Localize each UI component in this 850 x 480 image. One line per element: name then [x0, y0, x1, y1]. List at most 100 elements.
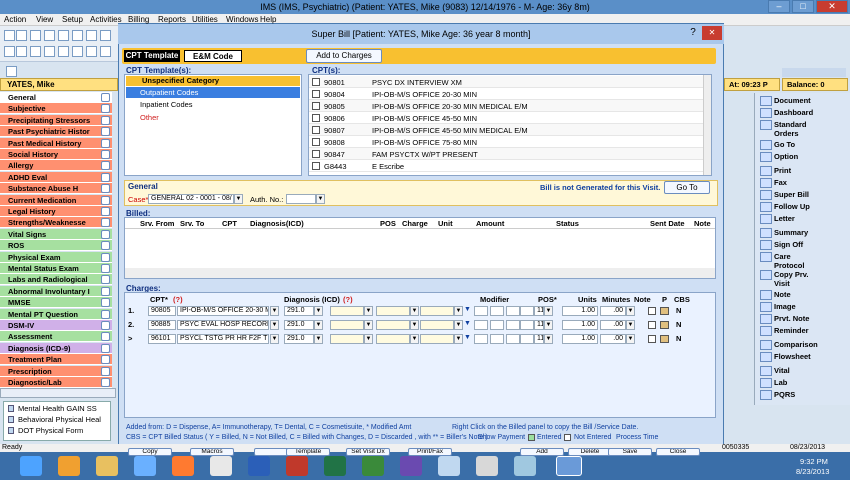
right-panel-button[interactable]: Vital [774, 366, 822, 375]
right-panel-button[interactable]: Letter [774, 214, 822, 223]
sidebar-item[interactable]: Treatment Plan [0, 354, 112, 366]
dreamweaver-icon[interactable] [362, 456, 384, 476]
sidebar-item-icon[interactable] [101, 264, 110, 273]
sidebar-item[interactable]: DSM-IV [0, 320, 112, 331]
charge-diag-dropdown[interactable]: ▼ [410, 320, 419, 330]
footer-button-0[interactable]: Copy [128, 448, 172, 456]
charge-desc[interactable]: PSYC EVAL HOSP RECORD [177, 320, 269, 330]
sidebar-item-icon[interactable] [101, 298, 110, 308]
auth-input[interactable] [286, 194, 316, 204]
right-panel-button[interactable]: Summary [774, 228, 822, 237]
charge-modifier[interactable] [490, 306, 504, 316]
charge-icd-dropdown[interactable]: ▼ [314, 320, 323, 330]
case-dropdown[interactable]: ▼ [234, 194, 243, 204]
right-panel-icon[interactable] [760, 240, 772, 250]
sidebar-item-icon[interactable] [101, 286, 110, 296]
sidebar-item-icon[interactable] [101, 252, 110, 262]
right-panel-button[interactable]: Print [774, 166, 822, 175]
right-panel-icon[interactable] [760, 326, 772, 336]
charge-modifier[interactable] [520, 306, 534, 316]
right-panel-button[interactable]: Image [774, 302, 822, 311]
app-icon-3[interactable] [438, 456, 460, 476]
exit-icon[interactable] [100, 46, 111, 57]
charge-diag-dropdown[interactable]: ▼ [454, 306, 463, 316]
right-panel-button[interactable]: PQRS [774, 390, 822, 399]
right-panel-button[interactable]: Sign Off [774, 240, 822, 249]
right-panel-button[interactable]: Care Protocol [774, 252, 822, 270]
right-panel-icon[interactable] [760, 340, 772, 350]
sidebar-item-icon[interactable] [101, 184, 110, 194]
ims-icon[interactable] [556, 456, 582, 476]
child-window-controls[interactable] [782, 68, 846, 77]
cpt-checkbox[interactable] [312, 102, 320, 110]
charge-icd[interactable]: 291.0 [284, 306, 314, 316]
right-panel-icon[interactable] [760, 290, 772, 300]
sidebar-item-icon[interactable] [101, 309, 110, 319]
footer-button-4[interactable]: Set Visit Dx [346, 448, 390, 456]
sidebar-item[interactable]: Current Medication [0, 194, 112, 206]
cpt-row[interactable] [309, 160, 703, 172]
menu-windows[interactable]: Windows [226, 15, 258, 25]
charge-more-icon[interactable]: ▼ [464, 320, 471, 327]
charge-modifier[interactable] [506, 334, 520, 344]
cpt-row[interactable] [309, 112, 703, 124]
sidebar-item[interactable]: Legal History [0, 206, 112, 217]
form-item[interactable]: DOT Physical Form [18, 426, 83, 435]
sidebar-item[interactable]: Prescription [0, 365, 112, 377]
add-to-charges-button[interactable]: Add to Charges [306, 49, 382, 63]
tab-em-code[interactable]: E&M Code [184, 50, 242, 62]
cpt-checkbox[interactable] [312, 90, 320, 98]
charge-diag-dropdown[interactable]: ▼ [364, 334, 373, 344]
firefox-icon[interactable] [172, 456, 194, 476]
charge-units[interactable]: 1.00 [562, 320, 598, 330]
charge-minutes-dropdown[interactable]: ▼ [626, 320, 635, 330]
charge-pos[interactable]: 11 [534, 334, 544, 344]
report-icon[interactable] [72, 30, 83, 41]
print-icon[interactable] [72, 46, 83, 57]
right-panel-icon[interactable] [760, 190, 772, 200]
right-panel-icon[interactable] [760, 152, 772, 162]
charge-modifier[interactable] [506, 320, 520, 330]
lab-icon[interactable] [44, 46, 55, 57]
sidebar-item-icon[interactable] [101, 378, 110, 387]
note-icon[interactable] [648, 321, 656, 329]
right-panel-icon[interactable] [760, 108, 772, 118]
charge-pos-dropdown[interactable]: ▼ [544, 320, 553, 330]
charge-modifier[interactable] [506, 306, 520, 316]
right-panel-icon[interactable] [760, 352, 772, 362]
sidebar-item[interactable]: Diagnosis (ICD-9) [0, 342, 112, 354]
sidebar-item-icon[interactable] [101, 161, 110, 171]
dialog-close-button[interactable]: ✕ [702, 26, 722, 40]
right-panel-icon[interactable] [760, 228, 772, 238]
bill-icon[interactable] [86, 30, 97, 41]
sidebar-item[interactable]: ROS [0, 240, 112, 252]
right-panel-icon[interactable] [760, 302, 772, 312]
charge-modifier[interactable] [490, 334, 504, 344]
menu-activities[interactable]: Activities [90, 15, 122, 25]
chrome-icon[interactable] [210, 456, 232, 476]
open-icon[interactable] [16, 30, 27, 41]
right-panel-icon[interactable] [760, 214, 772, 224]
sidebar-item-icon[interactable] [101, 366, 110, 376]
print-flag-icon[interactable] [660, 321, 669, 329]
goto-button[interactable]: Go To [664, 181, 710, 194]
help-icon[interactable] [100, 30, 111, 41]
charge-minutes-dropdown[interactable]: ▼ [626, 334, 635, 344]
charge-icd-dropdown[interactable]: ▼ [314, 306, 323, 316]
sidebar-item[interactable]: Vital Signs [0, 228, 112, 240]
menu-action[interactable]: Action [4, 15, 26, 25]
schedule-icon[interactable] [58, 30, 69, 41]
outlook-icon[interactable] [58, 456, 80, 476]
app-icon-4[interactable] [476, 456, 498, 476]
right-panel-button[interactable]: Super Bill [774, 190, 822, 199]
right-panel-button[interactable]: Fax [774, 178, 822, 187]
charge-pos-dropdown[interactable]: ▼ [544, 334, 553, 344]
sidebar-scroll[interactable] [0, 388, 116, 398]
sidebar-item[interactable]: Allergy [0, 160, 112, 172]
charge-icd[interactable]: 291.0 [284, 320, 314, 330]
right-panel-button[interactable]: Option [774, 152, 822, 161]
minimize-button[interactable]: – [768, 0, 790, 13]
charge-modifier[interactable] [474, 320, 488, 330]
sidebar-item-icon[interactable] [101, 195, 110, 205]
right-panel-button[interactable]: Note [774, 290, 822, 299]
